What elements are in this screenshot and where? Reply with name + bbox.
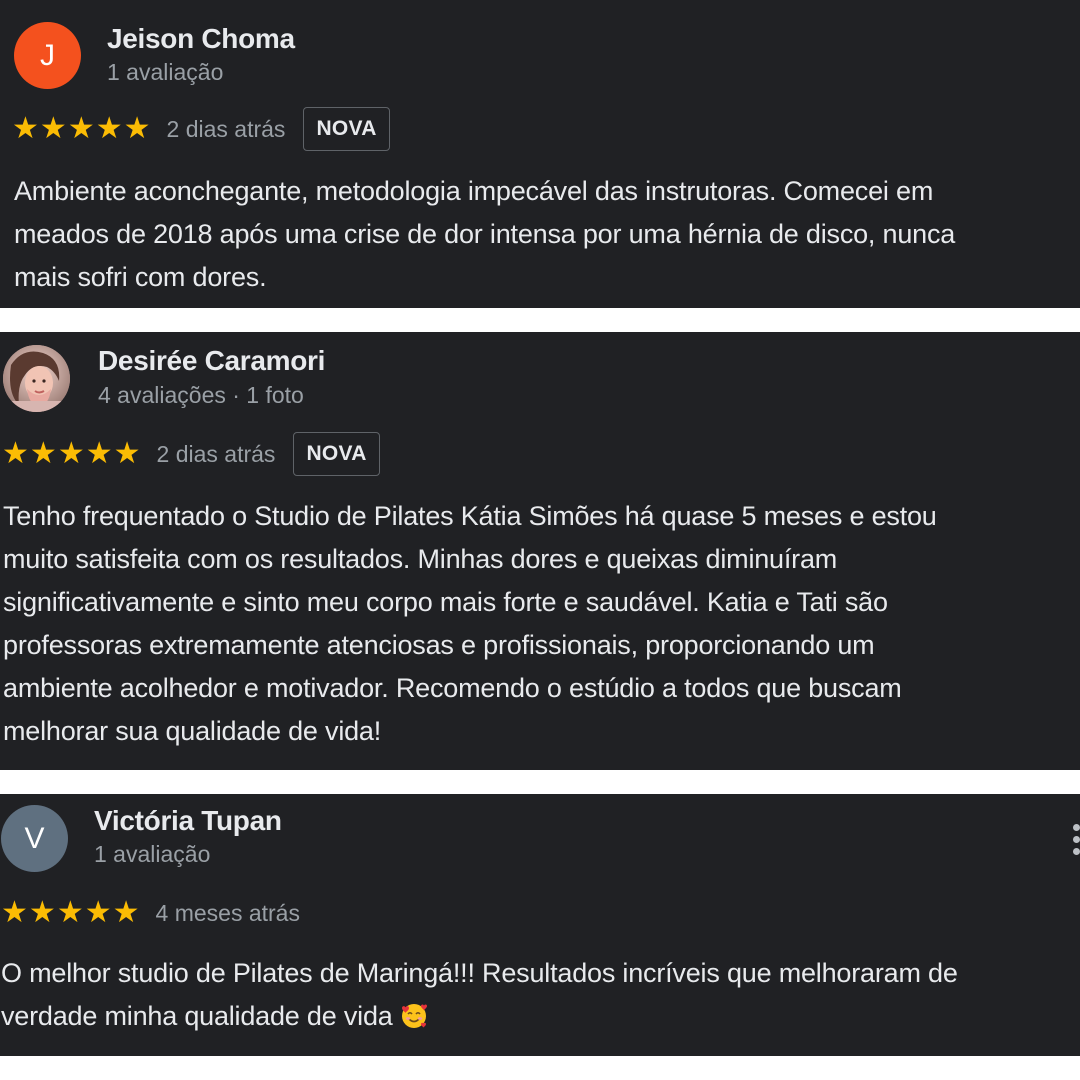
star-icon: ★ — [12, 111, 39, 146]
avatar-letter: J — [40, 38, 55, 72]
new-badge: NOVA — [303, 107, 390, 151]
rating-row: ★ ★ ★ ★ ★ 2 dias atrás NOVA — [12, 107, 390, 151]
new-badge: NOVA — [293, 432, 380, 476]
star-rating: ★ ★ ★ ★ ★ — [12, 114, 151, 144]
star-icon: ★ — [113, 436, 141, 471]
star-rating: ★ ★ ★ ★ ★ — [2, 439, 141, 469]
reviewer-name[interactable]: Desirée Caramori — [98, 345, 325, 377]
avatar[interactable] — [3, 345, 70, 412]
review-date: 2 dias atrás — [156, 440, 276, 467]
review-text: Tenho frequentado o Studio de Pilates Ká… — [3, 501, 937, 746]
star-icon: ★ — [56, 895, 84, 930]
star-icon: ★ — [123, 111, 151, 146]
star-icon: ★ — [67, 111, 95, 146]
review-text: O melhor studio de Pilates de Maringá!!!… — [1, 952, 1079, 1038]
rating-row: ★ ★ ★ ★ ★ 2 dias atrás NOVA — [2, 432, 380, 476]
review-card: Desirée Caramori 4 avaliações · 1 foto ★… — [0, 332, 1080, 770]
reviewer-name[interactable]: Jeison Choma — [107, 23, 295, 55]
star-icon: ★ — [112, 895, 140, 930]
review-card: J Jeison Choma 1 avaliação ★ ★ ★ ★ ★ 2 d… — [0, 0, 1080, 308]
review-text: Ambiente aconchegante, metodologia impec… — [14, 176, 956, 292]
review-card: V Victória Tupan 1 avaliação ★ ★ ★ ★ ★ 4… — [0, 794, 1080, 1056]
reviewer-meta: 4 avaliações · 1 foto — [98, 382, 304, 408]
reviewer-meta: 1 avaliação — [94, 841, 211, 867]
more-vertical-icon[interactable] — [1068, 824, 1080, 855]
review-text-body: O melhor studio de Pilates de Maringá!!!… — [1, 958, 958, 1031]
star-icon: ★ — [1, 895, 28, 930]
review-date: 4 meses atrás — [155, 899, 300, 926]
star-icon: ★ — [28, 895, 56, 930]
reviewer-meta: 1 avaliação — [107, 59, 224, 85]
reviewer-name[interactable]: Victória Tupan — [94, 805, 282, 837]
smiling-face-with-hearts-icon — [401, 1004, 427, 1028]
profile-photo-icon — [3, 345, 70, 412]
star-icon: ★ — [29, 436, 57, 471]
rating-row: ★ ★ ★ ★ ★ 4 meses atrás — [1, 891, 300, 935]
star-rating: ★ ★ ★ ★ ★ — [1, 898, 140, 928]
avatar[interactable]: J — [14, 22, 81, 89]
star-icon: ★ — [85, 436, 113, 471]
avatar-letter: V — [24, 821, 45, 855]
star-icon: ★ — [57, 436, 85, 471]
star-icon: ★ — [39, 111, 67, 146]
star-icon: ★ — [84, 895, 112, 930]
star-icon: ★ — [2, 436, 29, 471]
avatar[interactable]: V — [1, 805, 68, 872]
star-icon: ★ — [95, 111, 123, 146]
review-date: 2 dias atrás — [166, 115, 286, 142]
